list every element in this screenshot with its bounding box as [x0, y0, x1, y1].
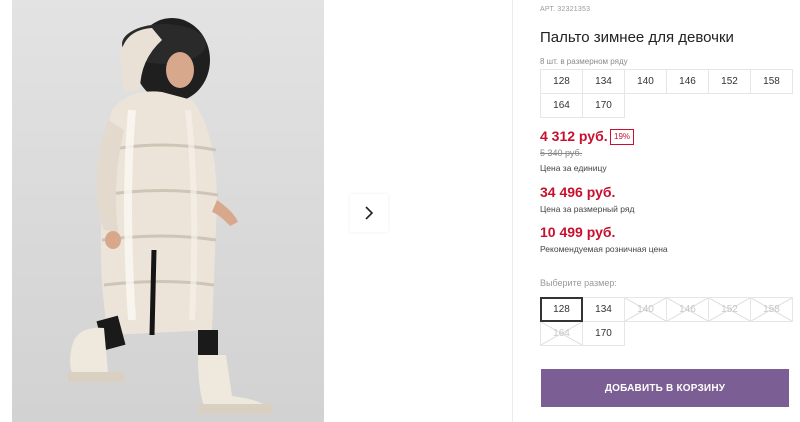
size-row-cell: 158: [750, 69, 793, 94]
unit-price-label: Цена за единицу: [540, 163, 607, 173]
product-info-panel: АРТ. 32321353 Пальто зимнее для девочки …: [540, 0, 800, 422]
size-option-158: 158: [750, 297, 793, 322]
size-option-164: 164: [540, 321, 583, 346]
size-option-146: 146: [666, 297, 709, 322]
size-option-170[interactable]: 170: [582, 321, 625, 346]
choose-size-label: Выберите размер:: [540, 278, 617, 288]
chevron-right-icon: [365, 206, 374, 220]
product-photo[interactable]: [12, 0, 324, 422]
product-title: Пальто зимнее для девочки: [540, 29, 734, 46]
add-to-cart-button[interactable]: ДОБАВИТЬ В КОРЗИНУ: [541, 369, 789, 407]
unit-price: 4 312 руб.: [540, 128, 608, 144]
size-option-label: 128: [553, 304, 570, 315]
size-row-cell: 152: [708, 69, 751, 94]
column-divider: [512, 0, 513, 422]
size-option-label: 164: [553, 328, 570, 339]
coat-illustration: [68, 18, 272, 414]
discount-badge: 19%: [610, 129, 635, 145]
retail-price-label: Рекомендуемая розничная цена: [540, 244, 668, 254]
old-price: 5 340 руб.: [540, 148, 583, 158]
next-image-button[interactable]: [350, 194, 388, 232]
size-row-price: 34 496 руб.: [540, 184, 616, 200]
retail-price: 10 499 руб.: [540, 224, 616, 240]
size-option-label: 158: [763, 304, 780, 315]
size-row-grid: 128 134 140 146 152 158 164 170: [540, 69, 793, 118]
product-gallery: [0, 0, 512, 422]
size-option-140: 140: [624, 297, 667, 322]
size-row-price-label: Цена за размерный ряд: [540, 204, 635, 214]
size-option-label: 170: [595, 328, 612, 339]
size-row-cell: 134: [582, 69, 625, 94]
size-option-label: 134: [595, 304, 612, 315]
size-option-152: 152: [708, 297, 751, 322]
size-option-128[interactable]: 128: [540, 297, 583, 322]
size-row-note: 8 шт. в размерном ряду: [540, 57, 628, 66]
size-row-cell: 164: [540, 93, 583, 118]
size-option-label: 140: [637, 304, 654, 315]
size-option-label: 146: [679, 304, 696, 315]
size-row-cell: 128: [540, 69, 583, 94]
size-row-cell: 146: [666, 69, 709, 94]
product-sku: АРТ. 32321353: [540, 6, 591, 13]
size-row-cell: 170: [582, 93, 625, 118]
size-picker-grid: 128 134 140 146 152 158 164 170: [540, 297, 793, 346]
size-row-cell: 140: [624, 69, 667, 94]
size-option-134[interactable]: 134: [582, 297, 625, 322]
size-option-label: 152: [721, 304, 738, 315]
